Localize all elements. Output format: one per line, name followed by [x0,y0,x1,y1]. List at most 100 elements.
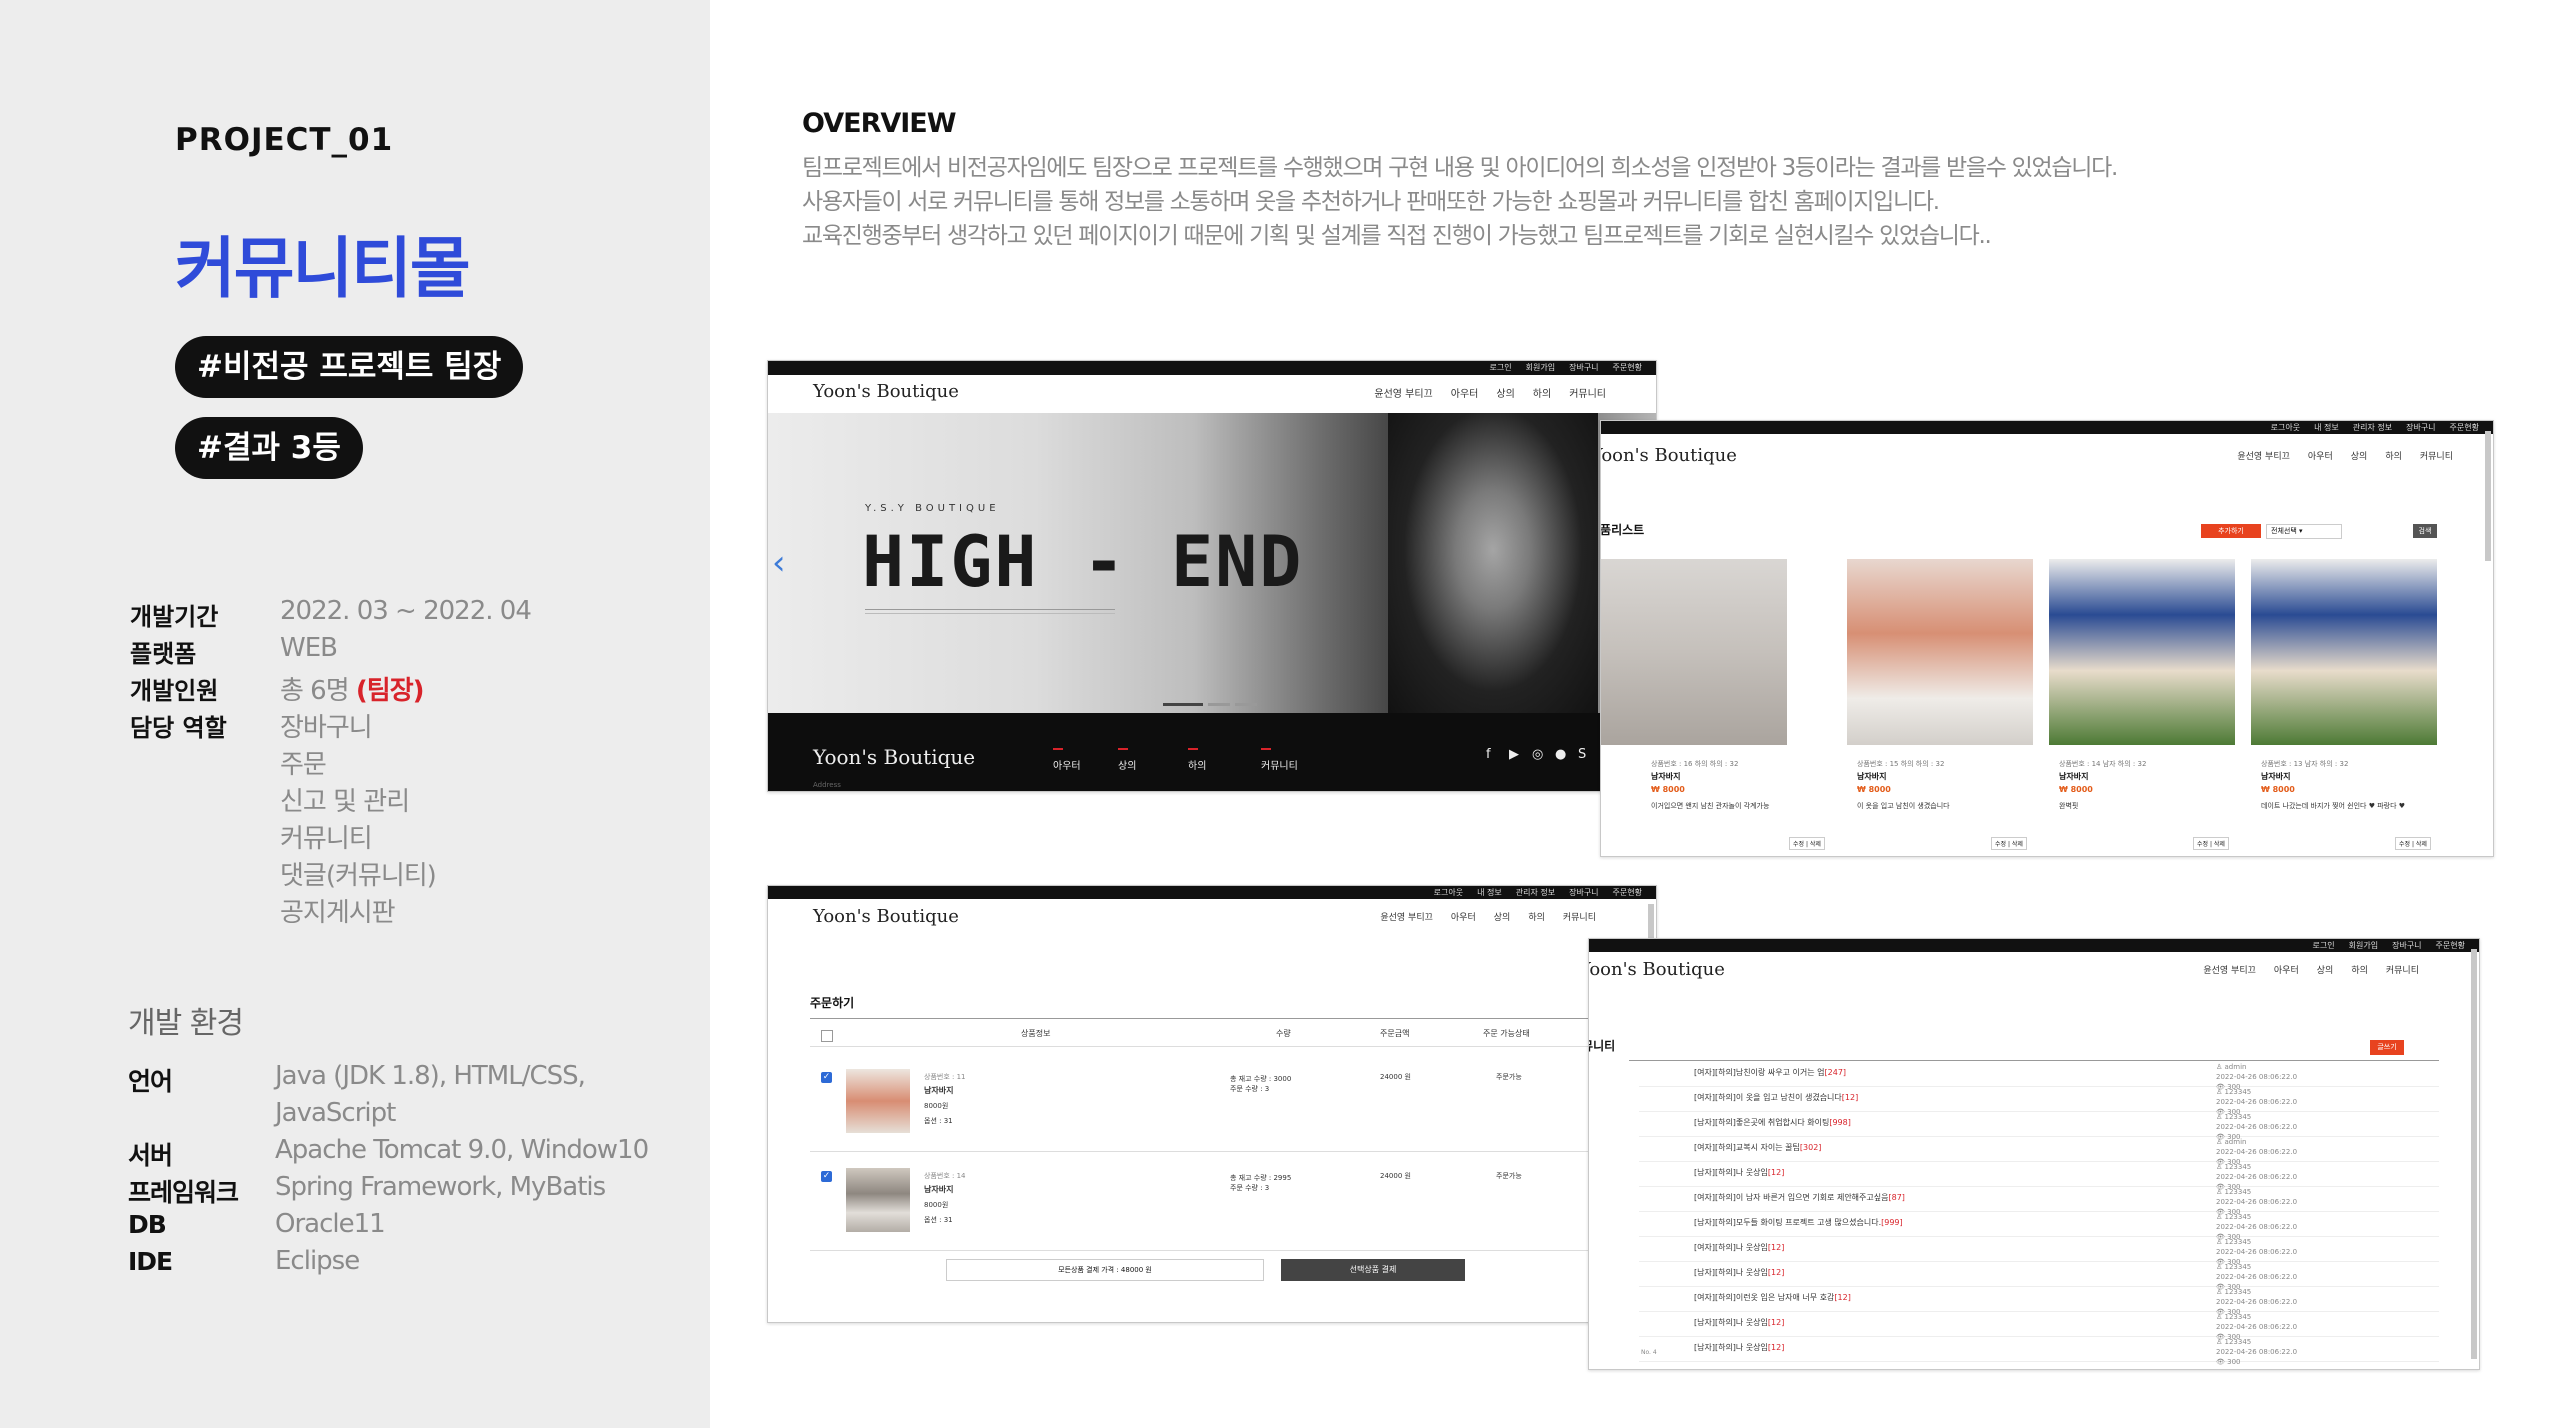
chat-icon[interactable]: ● [1555,747,1566,762]
admin-link[interactable]: 관리자 정보 [1516,888,1555,897]
post-title[interactable]: [남자][하의]나 웃상임[12] [1694,1342,1784,1353]
post-title[interactable]: [여자][하의]나 웃상임[12] [1694,1242,1784,1253]
admin-link[interactable]: 관리자 정보 [2353,423,2392,432]
list-item[interactable]: [남자][하의]나 웃상임[12] ♙ 123345 2022-04-26 08:0… [1639,1161,2439,1191]
list-item[interactable]: [여자][하의]이 옷을 입고 남친이 생겼습니다[12] ♙ 123345 202… [1639,1086,2439,1116]
post-title[interactable]: [여자][하의]교복시 자이는 꿀팁[302] [1694,1142,1821,1153]
select-all-checkbox[interactable] [821,1030,833,1042]
row-checkbox[interactable]: ✓ [821,1171,832,1182]
post-title[interactable]: [여자][하의]남친이랑 싸우고 이거는 업[247] [1694,1067,1846,1078]
nav-item[interactable]: 커뮤니티 [2386,966,2419,976]
nav-item[interactable]: 상의 [1496,389,1514,400]
order-status-link[interactable]: 주문현황 [2450,423,2479,432]
product-thumbnail[interactable] [846,1168,910,1232]
list-item[interactable]: [남자][하의]나 웃상임[12] ♙ 123345 2022-04-26 08:0… [1639,1336,2439,1366]
order-status-link[interactable]: 주문현황 [1613,888,1642,897]
order-status-link[interactable]: 주문현황 [1613,363,1642,372]
nav-item[interactable]: 아우터 [2274,966,2299,976]
signup-link[interactable]: 회원가입 [1526,363,1555,372]
my-info-link[interactable]: 내 정보 [2314,423,2339,432]
nav-item[interactable]: 윤선영 부티끄 [2203,966,2256,976]
my-info-link[interactable]: 내 정보 [1477,888,1502,897]
nav-item[interactable]: 상의 [2317,966,2334,976]
pay-button[interactable]: 선택상품 결제 [1281,1259,1465,1281]
nav-item[interactable]: 윤선영 부티끄 [1374,389,1432,400]
post-title[interactable]: [여자][하의]이 남자 바른거 입으면 기회로 제안해주고싶음[87] [1694,1192,1905,1203]
add-product-button[interactable]: 추가하기 [2201,524,2261,538]
brand-logo[interactable]: Yoon's Boutique [1601,445,1737,466]
nav-item[interactable]: 아우터 [2308,452,2333,462]
footer-nav-item[interactable]: 커뮤니티 [1261,748,1298,772]
nav-item[interactable]: 커뮤니티 [1563,913,1596,923]
cart-link[interactable]: 장바구니 [2392,941,2421,950]
facebook-icon[interactable]: f [1486,747,1491,762]
edit-delete-buttons[interactable]: 수정 | 삭제 [1991,837,2027,850]
list-item[interactable]: [여자][하의]교복시 자이는 꿀팁[302] ♙ admin 2022-04-26… [1639,1136,2439,1166]
instagram-icon[interactable]: ◎ [1532,747,1543,762]
list-item[interactable]: [여자][하의]이 남자 바른거 입으면 기회로 제안해주고싶음[87] ♙ 12… [1639,1186,2439,1216]
nav-item[interactable]: 아우터 [1451,389,1479,400]
nav-item[interactable]: 하의 [1533,389,1551,400]
post-title[interactable]: [여자][하의]이 옷을 입고 남친이 생겼습니다[12] [1694,1092,1858,1103]
logout-link[interactable]: 로그아웃 [2271,423,2300,432]
list-item[interactable]: [남자][하의]나 웃상임[12] ♙ 123345 2022-04-26 08:0… [1639,1261,2439,1291]
nav-item[interactable]: 하의 [2385,452,2402,462]
list-item[interactable]: [여자][하의]남친이랑 싸우고 이거는 업[247] ♙ admin 2022-0… [1639,1061,2439,1091]
login-link[interactable]: 로그인 [1490,363,1512,372]
scrollbar[interactable] [2471,949,2477,1359]
post-title[interactable]: [여자][하의]이런옷 입은 남자애 너무 호감[12] [1694,1292,1851,1303]
row-checkbox[interactable]: ✓ [821,1072,832,1083]
footer-nav-item[interactable]: 하의 [1188,748,1206,772]
scrollbar[interactable] [2485,431,2491,561]
nav-item[interactable]: 윤선영 부티끄 [1380,913,1433,923]
post-title[interactable]: [남자][하의]모두들 화이팅 프로젝트 고생 많으셨습니다.[999] [1694,1217,1903,1228]
post-title[interactable]: [남자][하의]나 웃상임[12] [1694,1267,1784,1278]
category-select[interactable]: 전체선택 ▾ [2266,524,2342,539]
nav-item[interactable]: 하의 [2351,966,2368,976]
brand-logo[interactable]: Yoon's Boutique [813,906,959,927]
nav-item[interactable]: 아우터 [1451,913,1476,923]
carousel-indicator[interactable] [1208,703,1230,706]
brand-logo[interactable]: Yoon's Boutique [813,381,959,402]
skype-icon[interactable]: S [1578,747,1586,762]
nav-item[interactable]: 상의 [1494,913,1511,923]
edit-delete-buttons[interactable]: 수정 | 삭제 [2193,837,2229,850]
order-status-link[interactable]: 주문현황 [2436,941,2465,950]
brand-logo[interactable]: Yoon's Boutique [1589,959,1725,980]
nav-item[interactable]: 커뮤니티 [2420,452,2453,462]
product-image[interactable] [1601,559,1787,745]
footer-nav-item[interactable]: 아우터 [1053,748,1081,772]
product-image[interactable] [2251,559,2437,745]
nav-item[interactable]: 커뮤니티 [1569,389,1606,400]
cart-link[interactable]: 장바구니 [1569,363,1598,372]
list-item[interactable]: [남자][하의]좋은곳에 취업합시다 화이팅[998] ♙ 123345 2022-… [1639,1111,2439,1141]
post-title[interactable]: [남자][하의]좋은곳에 취업합시다 화이팅[998] [1694,1117,1851,1128]
post-title[interactable]: [남자][하의]나 웃상임[12] [1694,1167,1784,1178]
cart-link[interactable]: 장바구니 [1569,888,1598,897]
list-item[interactable]: [남자][하의]모두들 화이팅 프로젝트 고생 많으셨습니다.[999] ♙ 12… [1639,1211,2439,1241]
nav-item[interactable]: 상의 [2351,452,2368,462]
login-link[interactable]: 로그인 [2313,941,2335,950]
write-button[interactable]: 글쓰기 [2370,1040,2404,1055]
carousel-prev-arrow[interactable]: ‹ [772,543,786,583]
post-title[interactable]: [남자][하의]나 웃상임[12] [1694,1317,1784,1328]
cart-link[interactable]: 장바구니 [2406,423,2435,432]
youtube-icon[interactable]: ▶ [1509,747,1519,762]
edit-delete-buttons[interactable]: 수정 | 삭제 [1789,837,1825,850]
product-name[interactable]: 남자바지 [2261,771,2290,782]
carousel-indicator[interactable] [1163,703,1203,706]
footer-brand[interactable]: Yoon's Boutique [813,745,975,769]
edit-delete-buttons[interactable]: 수정 | 삭제 [2395,837,2431,850]
list-item[interactable]: [여자][하의]이런옷 입은 남자애 너무 호감[12] ♙ 123345 2022… [1639,1286,2439,1316]
nav-item[interactable]: 하의 [1528,913,1545,923]
carousel-indicator[interactable] [1235,703,1257,706]
product-image[interactable] [1847,559,2033,745]
logout-link[interactable]: 로그아웃 [1434,888,1463,897]
signup-link[interactable]: 회원가입 [2349,941,2378,950]
product-name[interactable]: 남자바지 [2059,771,2088,782]
nav-item[interactable]: 윤선영 부티끄 [2237,452,2290,462]
product-image[interactable] [2049,559,2235,745]
footer-nav-item[interactable]: 상의 [1118,748,1136,772]
list-item[interactable]: [여자][하의]나 웃상임[12] ♙ 123345 2022-04-26 08:0… [1639,1236,2439,1266]
list-item[interactable]: [남자][하의]나 웃상임[12] ♙ 123345 2022-04-26 08:0… [1639,1311,2439,1341]
